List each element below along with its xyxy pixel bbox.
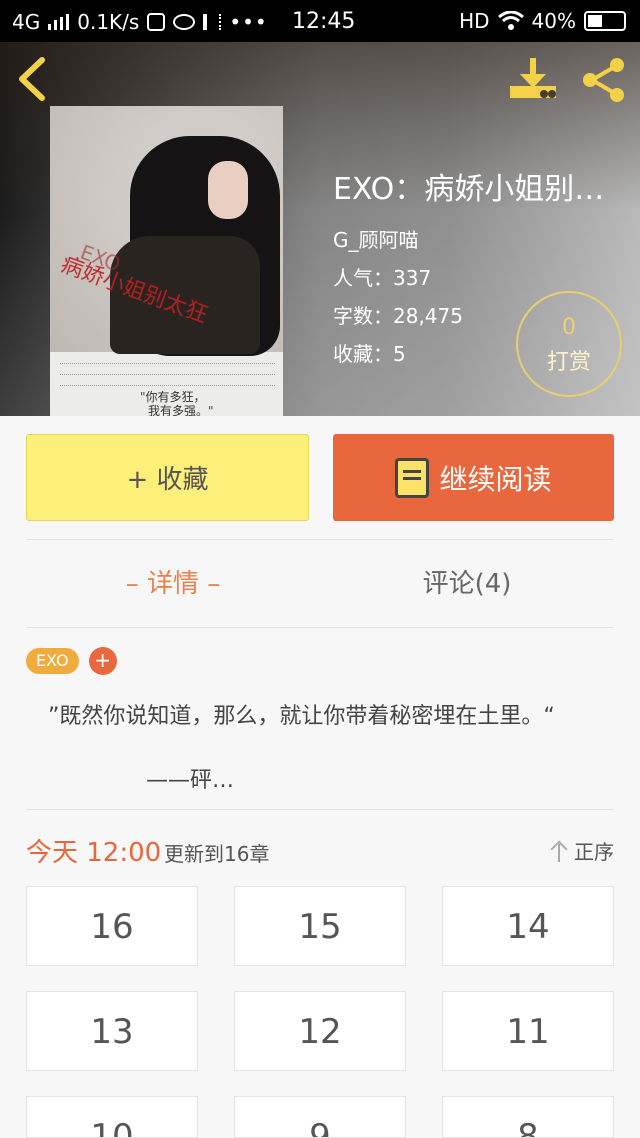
divider [26, 809, 614, 810]
book-header: EXO 病娇小姐别太狂 "你有多狂， 我有多强。" EXO：病娇小姐别… G_顾… [0, 42, 640, 416]
chapter-item[interactable]: 10 [26, 1096, 198, 1138]
more-icon: ••• [229, 10, 268, 34]
add-tag-icon[interactable]: + [88, 647, 117, 675]
book-description[interactable]: ”既然你说知道，那么，就让你带着秘密埋在土里。“ [26, 702, 614, 732]
continue-reading-button[interactable]: 继续阅读 [333, 434, 614, 521]
chapter-item[interactable]: 15 [234, 886, 406, 966]
divider [26, 539, 614, 540]
arrow-up-icon [550, 840, 568, 862]
battery-icon [584, 11, 626, 31]
chapter-item[interactable]: 12 [234, 991, 406, 1071]
book-icon [395, 457, 430, 498]
vibrate-icon [203, 14, 222, 30]
tab-details[interactable]: – 详情 – [26, 541, 320, 627]
status-left: 4G 0.1K/s ••• [12, 10, 268, 34]
book-title: EXO：病娇小姐别… [333, 172, 605, 207]
signal-icon [48, 14, 70, 30]
status-bar: 4G 0.1K/s ••• 12:45 HD 40% [0, 0, 640, 42]
chapter-item[interactable]: 8 [442, 1096, 614, 1138]
tab-comments[interactable]: 评论(4) [320, 541, 614, 627]
network-speed: 0.1K/s [77, 10, 140, 34]
sort-order-button[interactable]: 正序 [550, 836, 614, 865]
book-author[interactable]: G_顾阿喵 [333, 224, 623, 262]
hd-label: HD [459, 9, 490, 33]
sort-order-label: 正序 [574, 840, 614, 864]
chapter-item[interactable]: 11 [442, 991, 614, 1071]
clock: 12:45 [292, 9, 356, 34]
wifi-icon [497, 11, 524, 30]
weibo-icon [173, 14, 196, 30]
network-type: 4G [12, 10, 41, 34]
cover-caption-line: "你有多狂， [140, 390, 206, 404]
cover-caption: "你有多狂， 我有多强。" [140, 390, 214, 416]
tag-item[interactable]: EXO [26, 648, 79, 674]
share-icon[interactable] [580, 56, 628, 104]
continue-reading-label: 继续阅读 [439, 462, 552, 496]
back-icon[interactable] [14, 56, 54, 102]
update-row: 今天 12:00 更新到16章 正序 [26, 830, 614, 870]
cover-small-text [60, 356, 275, 386]
chapter-item[interactable]: 14 [442, 886, 614, 966]
book-cover[interactable]: EXO 病娇小姐别太狂 "你有多狂， 我有多强。" [50, 106, 283, 416]
book-description-more: ——砰… [146, 768, 235, 793]
cover-figure-face [208, 161, 248, 219]
add-favorite-button[interactable]: + 收藏 [26, 434, 309, 521]
chapter-item[interactable]: 13 [26, 991, 198, 1071]
reward-count: 0 [562, 315, 576, 340]
update-info: 更新到16章 [164, 842, 270, 866]
reward-button[interactable]: 0 打赏 [516, 291, 622, 397]
battery-percent: 40% [531, 9, 576, 33]
tag-list: EXO + [26, 647, 117, 675]
chapter-item[interactable]: 16 [26, 886, 198, 966]
notification-icon [147, 13, 166, 31]
chapter-item[interactable]: 9 [234, 1096, 406, 1138]
divider [26, 627, 614, 628]
download-icon[interactable] [508, 56, 558, 102]
reward-label: 打赏 [546, 350, 591, 375]
cover-caption-line: 我有多强。" [148, 404, 214, 416]
update-time: 今天 12:00 [26, 838, 162, 868]
tab-bar: – 详情 – 评论(4) [26, 541, 614, 627]
status-right: HD 40% [459, 9, 626, 33]
